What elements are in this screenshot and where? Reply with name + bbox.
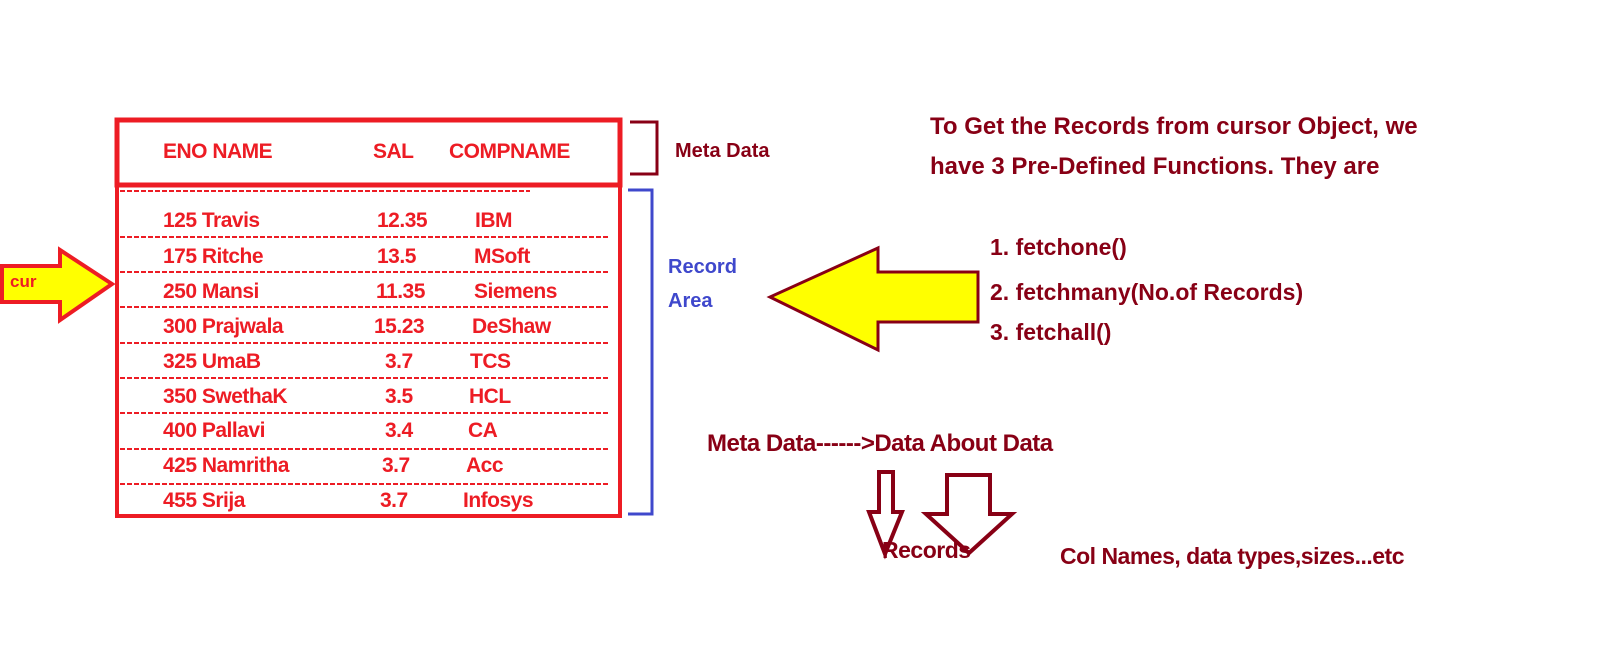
meta-data-label: Meta Data (675, 140, 770, 162)
intro-line-2: have 3 Pre-Defined Functions. They are (930, 153, 1380, 180)
row-comp: IBM (475, 209, 513, 232)
row-sal: 15.23 (374, 315, 425, 338)
record-area-bracket (628, 188, 654, 516)
row-sal: 3.7 (385, 350, 413, 373)
row-comp: Acc (466, 454, 504, 477)
header-sal: SAL (373, 140, 414, 163)
row-comp: Siemens (474, 280, 557, 303)
big-left-arrow-icon (766, 245, 980, 353)
row-eno-name: 350 SwethaK (163, 385, 288, 408)
row-comp: Infosys (463, 489, 534, 512)
row-eno-name: 300 Prajwala (163, 315, 284, 338)
records-label: Records (882, 537, 971, 563)
row-eno-name: 325 UmaB (163, 350, 261, 373)
meta-data-bracket (630, 120, 659, 176)
row-eno-name: 175 Ritche (163, 245, 264, 268)
row-eno-name: 455 Srija (163, 489, 245, 512)
row-comp: TCS (470, 350, 511, 373)
function-item: 1. fetchone() (990, 234, 1127, 260)
intro-line-1: To Get the Records from cursor Object, w… (930, 113, 1418, 140)
row-sal: 3.5 (385, 385, 413, 408)
record-area-label-1: Record (668, 256, 737, 278)
columns-label: Col Names, data types,sizes...etc (1060, 543, 1405, 569)
row-comp: MSoft (474, 245, 530, 268)
row-comp: CA (468, 419, 498, 442)
meta-definition: Meta Data------>Data About Data (707, 430, 1053, 457)
function-item: 3. fetchall() (990, 319, 1112, 345)
row-sal: 3.4 (385, 419, 413, 442)
row-comp: HCL (469, 385, 511, 408)
row-comp: DeShaw (472, 315, 551, 338)
row-eno-name: 125 Travis (163, 209, 260, 232)
cursor-label: cur (10, 272, 37, 291)
row-eno-name: 425 Namritha (163, 454, 289, 477)
row-sal: 11.35 (376, 280, 425, 303)
row-sal: 12.35 (377, 209, 428, 232)
row-eno-name: 250 Mansi (163, 280, 259, 303)
function-item: 2. fetchmany(No.of Records) (990, 279, 1304, 305)
row-eno-name: 400 Pallavi (163, 419, 265, 442)
row-sal: 3.7 (382, 454, 410, 477)
row-sal: 13.5 (377, 245, 416, 268)
row-sal: 3.7 (380, 489, 408, 512)
header-eno-name: ENO NAME (163, 140, 273, 163)
record-area-label-2: Area (668, 290, 713, 312)
header-compname: COMPNAME (449, 140, 570, 163)
